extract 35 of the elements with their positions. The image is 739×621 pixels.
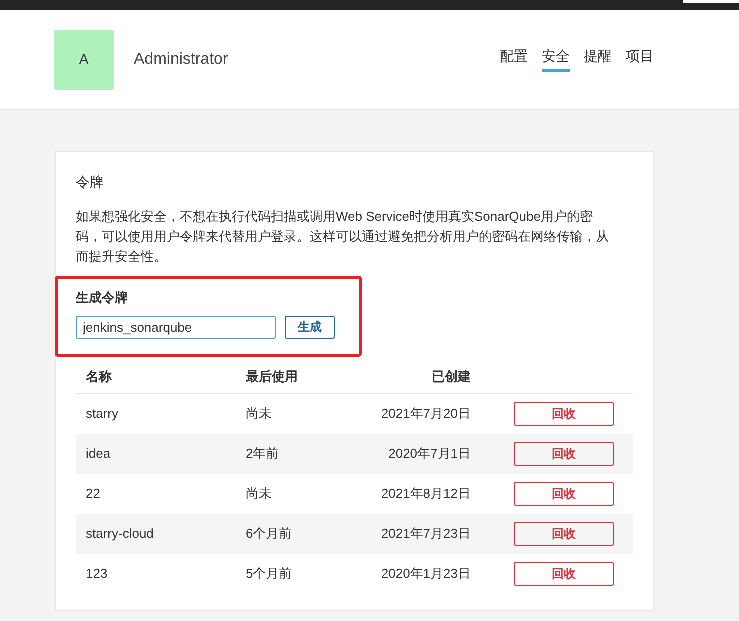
table-cell-text: starry-cloud <box>85 525 155 544</box>
description: 如果想强化安全，不想在执行代码扫描或调用Web Service时使用真实SonarQube用户的密码，可以使用用户令牌来代替用户登录。这样可以通过避免把分析用户的密码在网络传输，从而提升安全性。 <box>76 208 610 266</box>
table-cell-text: 2021年7月23日 <box>380 525 471 544</box>
tab[interactable]: 提醒 <box>584 46 612 72</box>
table-cell-text: 尚未 <box>246 405 273 424</box>
table-cell-text: 2年前 <box>246 445 280 464</box>
revoke-button[interactable]: 回收 <box>514 562 614 586</box>
top-bar-field <box>683 0 739 3</box>
column-header: 名称 <box>84 368 113 386</box>
token-name-field[interactable]: jenkins_sonarqube <box>76 316 276 338</box>
table-cell-text: starry <box>85 405 120 424</box>
table-cell-text: 尚未 <box>246 485 273 504</box>
tab[interactable]: 项目 <box>626 46 654 72</box>
table-cell-text: 123 <box>85 565 109 584</box>
table-cell-text: 2020年1月23日 <box>380 565 471 584</box>
generate-title: 生成令牌 <box>76 289 129 307</box>
generate-button[interactable]: 生成 <box>285 316 335 338</box>
avatar: A <box>54 30 114 90</box>
revoke-button[interactable]: 回收 <box>514 442 614 466</box>
table-cell-text: 5个月前 <box>246 565 294 584</box>
revoke-button[interactable]: 回收 <box>514 522 614 546</box>
table-cell-text: 2021年8月12日 <box>380 485 471 504</box>
column-header: 已创建 <box>431 368 471 386</box>
revoke-button[interactable]: 回收 <box>514 402 614 426</box>
user-name: Administrator <box>134 50 228 70</box>
column-header: 最后使用 <box>246 368 299 386</box>
revoke-button[interactable]: 回收 <box>514 482 614 506</box>
table-cell-text: 6个月前 <box>246 525 294 544</box>
tab[interactable]: 安全 <box>542 46 570 72</box>
table-cell-text: idea <box>85 445 112 464</box>
table-cell-text: 2020年7月1日 <box>388 445 471 464</box>
table-cell-text: 22 <box>85 485 102 504</box>
section-title: 令牌 <box>76 173 105 192</box>
tab[interactable]: 配置 <box>500 46 528 72</box>
table-cell-text: 2021年7月20日 <box>380 405 471 424</box>
